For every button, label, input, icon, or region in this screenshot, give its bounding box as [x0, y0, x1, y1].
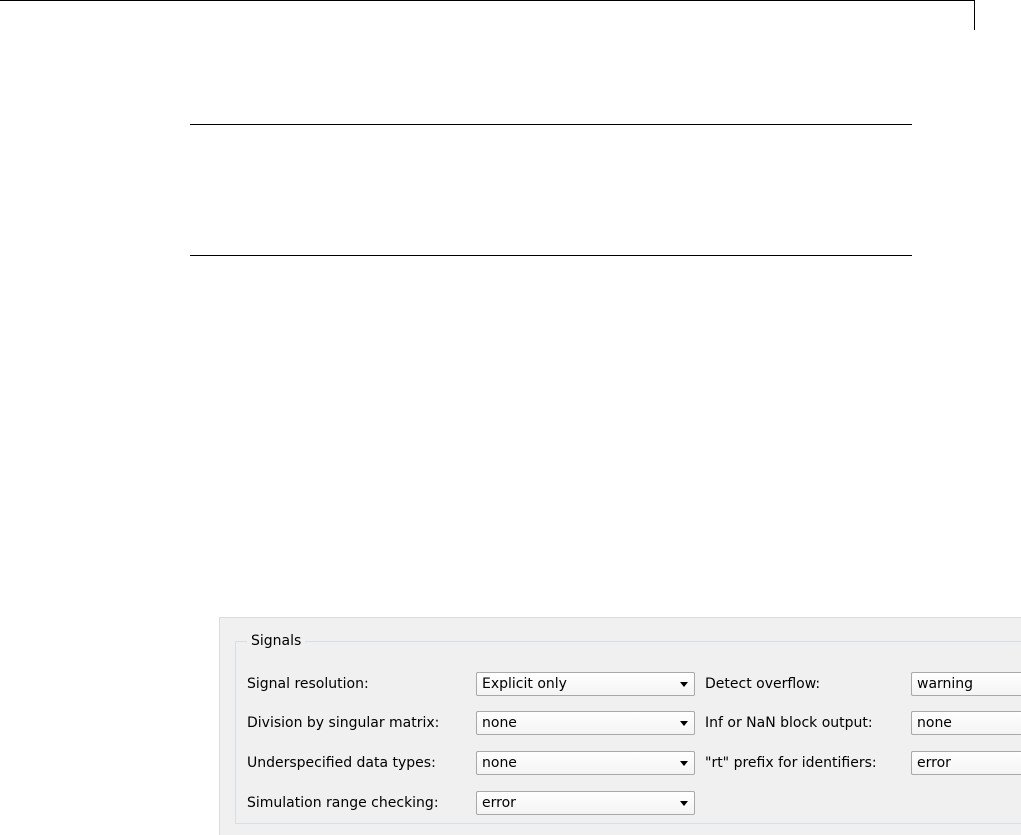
rt-prefix-for-identifiers-value: error [917, 755, 951, 771]
division-by-singular-matrix-value: none [482, 715, 517, 731]
division-by-singular-matrix-dropdown[interactable]: none [476, 711, 695, 735]
simulation-range-checking-dropdown[interactable]: error [476, 791, 695, 815]
signal-resolution-value: Explicit only [482, 676, 567, 692]
underspecified-data-types-dropdown[interactable]: none [476, 751, 695, 775]
rt-prefix-for-identifiers-label: "rt" prefix for identifiers: [705, 755, 877, 771]
signal-resolution-dropdown[interactable]: Explicit only [476, 672, 695, 696]
simulation-range-checking-value: error [482, 795, 516, 811]
page-header-tick [974, 0, 975, 30]
underspecified-data-types-label: Underspecified data types: [247, 755, 436, 771]
signals-settings-panel: Signals Signal resolution: Explicit only… [219, 617, 1021, 835]
chevron-down-icon [680, 682, 688, 687]
chevron-down-icon [680, 801, 688, 806]
section-rule-top [190, 124, 912, 125]
chevron-down-icon [680, 721, 688, 726]
signal-resolution-label: Signal resolution: [247, 676, 369, 692]
signals-group-title: Signals [247, 632, 306, 650]
detect-overflow-value: warning [917, 676, 974, 692]
rt-prefix-for-identifiers-dropdown[interactable]: error [911, 751, 1021, 775]
inf-or-nan-block-output-dropdown[interactable]: none [911, 711, 1021, 735]
chevron-down-icon [680, 761, 688, 766]
simulation-range-checking-label: Simulation range checking: [247, 795, 439, 811]
detect-overflow-dropdown[interactable]: warning [911, 672, 1021, 696]
section-rule-bottom [190, 255, 912, 256]
inf-or-nan-block-output-value: none [917, 715, 952, 731]
page-header-rule [0, 0, 975, 1]
detect-overflow-label: Detect overflow: [705, 676, 821, 692]
division-by-singular-matrix-label: Division by singular matrix: [247, 715, 440, 731]
underspecified-data-types-value: none [482, 755, 517, 771]
document-page: Signals Signal resolution: Explicit only… [0, 0, 1021, 835]
inf-or-nan-block-output-label: Inf or NaN block output: [705, 715, 873, 731]
